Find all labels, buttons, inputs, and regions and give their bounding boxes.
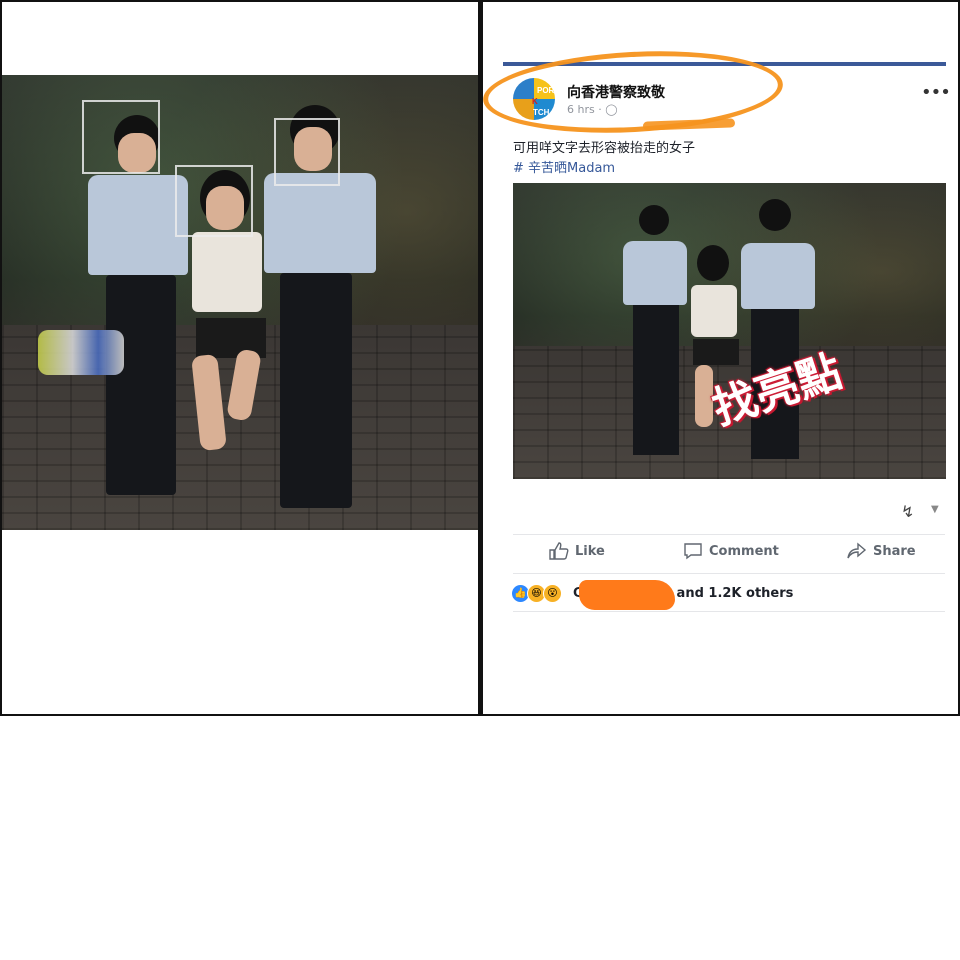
divider bbox=[513, 534, 945, 535]
hashtag-link[interactable]: # 辛苦晒Madam bbox=[513, 157, 615, 176]
original-photo bbox=[2, 75, 478, 530]
post-photo[interactable]: 找亮點 bbox=[513, 183, 946, 479]
comment-button[interactable]: Comment bbox=[683, 542, 779, 560]
like-button[interactable]: Like bbox=[549, 542, 605, 560]
orange-annotation-circle bbox=[483, 44, 785, 140]
divider bbox=[513, 573, 945, 574]
officer-left bbox=[619, 205, 689, 465]
left-photo-panel bbox=[0, 0, 480, 716]
reaction-select-icon[interactable]: ↯ bbox=[901, 502, 914, 521]
share-icon bbox=[847, 542, 867, 559]
reactions-summary[interactable]: 👍 😆 😮 C and 1.2K others bbox=[511, 580, 794, 610]
comment-icon bbox=[684, 543, 702, 560]
face-box-left-officer bbox=[82, 100, 160, 174]
litter-pile bbox=[38, 330, 124, 375]
like-icon bbox=[549, 542, 569, 560]
facebook-post-panel: POR K TCH 向香港警察致敬 6 hrs · ◯ ••• 可用咩文字去形容… bbox=[480, 0, 960, 716]
redaction-mark bbox=[578, 580, 675, 610]
post-text: 可用咩文字去形容被抬走的女子 bbox=[513, 141, 696, 156]
orange-annotation-stroke bbox=[642, 118, 736, 131]
wow-reaction-icon: 😮 bbox=[543, 583, 562, 603]
chevron-down-icon[interactable]: ▼ bbox=[931, 504, 939, 515]
reactors-count: and 1.2K others bbox=[676, 585, 794, 601]
more-options-icon[interactable]: ••• bbox=[921, 82, 951, 103]
face-box-right-officer bbox=[274, 118, 340, 186]
share-button[interactable]: Share bbox=[847, 542, 916, 560]
face-box-woman bbox=[175, 165, 253, 237]
divider bbox=[513, 611, 945, 612]
